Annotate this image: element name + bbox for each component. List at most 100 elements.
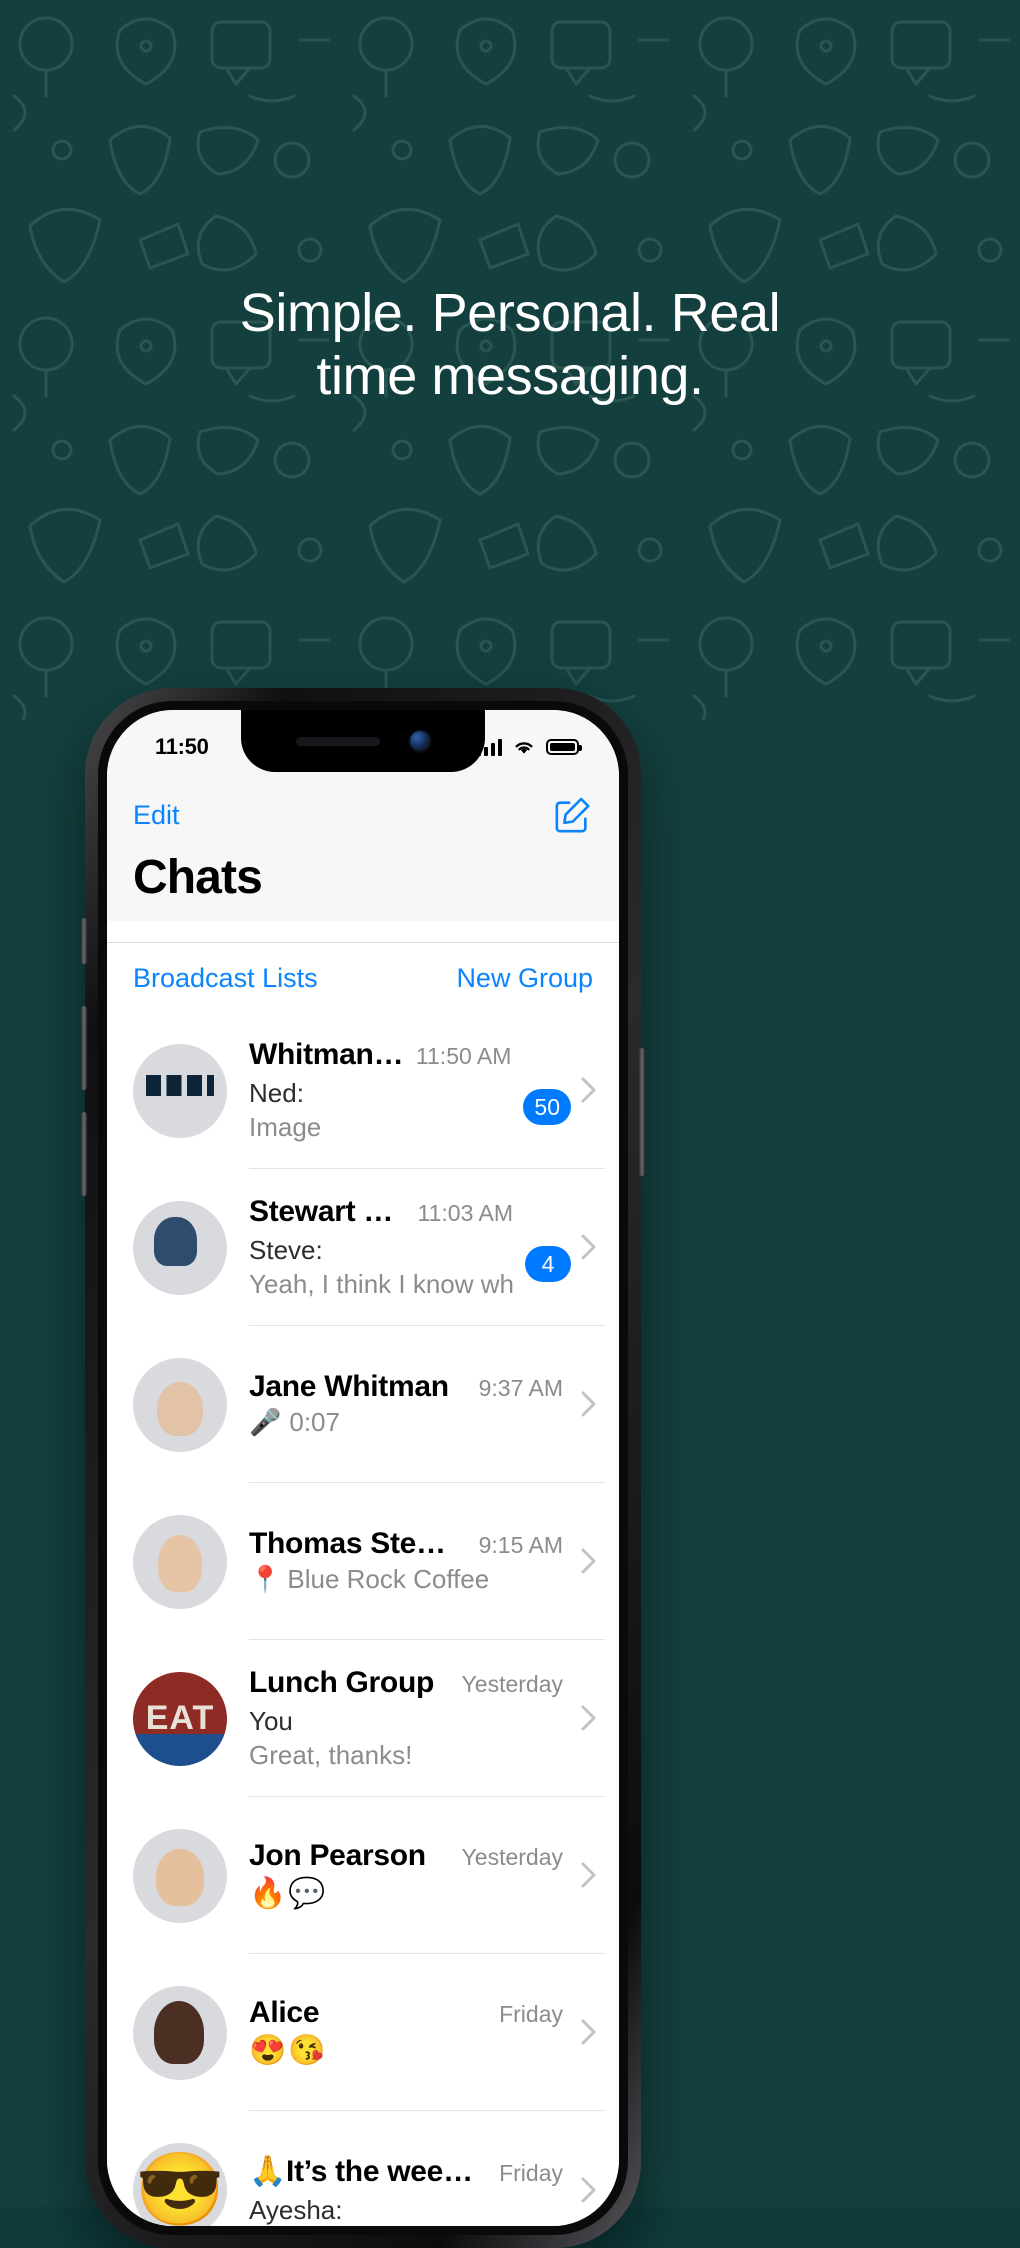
- compose-pencil-icon[interactable]: [553, 795, 593, 835]
- chat-timestamp: Yesterday: [461, 1844, 563, 1870]
- avatar-jane-whitman: [133, 1357, 227, 1452]
- chat-preview: 🔥💬: [249, 1876, 563, 1911]
- edit-button[interactable]: Edit: [133, 800, 180, 831]
- volume-down-button[interactable]: [81, 1112, 87, 1196]
- power-button[interactable]: [639, 1048, 645, 1176]
- chat-list-item[interactable]: Jon Pearson Yesterday 🔥💬: [107, 1797, 619, 1954]
- chat-preview-text: 🔥💬: [249, 1877, 328, 1910]
- chat-meta-column: 50: [519, 1012, 571, 1168]
- chat-item-accessory: [571, 1954, 605, 2111]
- list-header: Broadcast Lists New Group: [107, 942, 619, 1015]
- chat-item-title-row: Alice Friday: [249, 1996, 563, 2030]
- chat-timestamp: 9:37 AM: [478, 1375, 563, 1401]
- chat-item-accessory: [571, 2111, 605, 2226]
- volume-up-button[interactable]: [81, 1006, 87, 1090]
- avatar-whitmans-chat: [133, 1043, 227, 1138]
- chat-list[interactable]: Whitmans Chat 11:50 AM Ned:Image 50 Stewart …: [107, 1012, 619, 2226]
- chat-timestamp: 9:15 AM: [478, 1532, 563, 1558]
- chat-item-accessory: 50: [519, 1012, 605, 1169]
- chat-sender: Steve:: [249, 1234, 323, 1265]
- chat-preview-text: Yeah, I think I know what you m...: [249, 1268, 513, 1299]
- chat-item-body: Stewart Family 11:03 AM Steve:Yeah, I thin…: [249, 1169, 521, 1326]
- chevron-right-icon: [571, 1012, 605, 1168]
- chat-name: Alice: [249, 1996, 320, 2029]
- unread-badge: 4: [525, 1246, 571, 1282]
- chat-timestamp: Friday: [499, 2001, 563, 2027]
- hero-headline: Simple. Personal. Real time messaging.: [0, 282, 1020, 408]
- chat-preview: 📍 Blue Rock Coffee: [249, 1564, 563, 1595]
- chat-sender: You: [249, 1705, 293, 1736]
- unread-badge: 50: [523, 1089, 571, 1125]
- chat-item-body: Lunch Group Yesterday You Great, thanks!: [249, 1640, 571, 1797]
- chat-list-item[interactable]: Whitmans Chat 11:50 AM Ned:Image 50: [107, 1012, 619, 1169]
- chat-preview: 😍😘: [249, 2033, 563, 2068]
- chat-item-accessory: 4: [521, 1169, 605, 1326]
- chat-preview-text: Blue Rock Coffee: [287, 1564, 490, 1594]
- chat-item-accessory: [571, 1797, 605, 1954]
- chat-timestamp: 11:50 AM: [415, 1042, 512, 1069]
- avatar-thomas-stewart: [133, 1514, 227, 1609]
- avatar-alice: [133, 1985, 227, 2080]
- chat-item-accessory: [571, 1640, 605, 1797]
- hero-headline-line1: Simple. Personal. Real: [239, 283, 781, 343]
- chat-list-item[interactable]: Stewart Family 11:03 AM Steve:Yeah, I thin…: [107, 1169, 619, 1326]
- chat-sender: Ayesha:: [249, 2194, 343, 2225]
- chat-list-item[interactable]: Alice Friday 😍😘: [107, 1954, 619, 2111]
- chat-item-body: 🙏It’s the weekend Friday Ayesha:: [249, 2111, 571, 2226]
- chat-item-body: Thomas Stewart 9:15 AM 📍 Blue Rock Coffee: [249, 1483, 571, 1640]
- chat-list-item[interactable]: 😎 🙏It’s the weekend Friday Ayesha:: [107, 2111, 619, 2226]
- chat-preview-text: 0:07: [289, 1407, 340, 1437]
- avatar-stewart-family: [133, 1200, 227, 1295]
- chat-list-item[interactable]: Lunch Group Yesterday YouGreat, thanks!: [107, 1640, 619, 1797]
- chat-item-body: Jane Whitman 9:37 AM 🎤 0:07: [249, 1326, 571, 1483]
- battery-full-icon: [546, 739, 582, 755]
- chat-preview: 🎤 0:07: [249, 1407, 563, 1438]
- chat-preview-text: Image: [249, 1111, 322, 1142]
- chat-preview-text: Great, thanks!: [249, 1739, 413, 1770]
- new-group-button[interactable]: New Group: [456, 963, 593, 994]
- silent-switch[interactable]: [81, 918, 87, 964]
- chat-item-body: Jon Pearson Yesterday 🔥💬: [249, 1797, 571, 1954]
- avatar-weekend-group: 😎: [133, 2142, 227, 2226]
- chat-item-title-row: Lunch Group Yesterday: [249, 1666, 563, 1700]
- chat-name: Whitmans Chat: [249, 1037, 404, 1071]
- chat-item-title-row: Jane Whitman 9:37 AM: [249, 1370, 563, 1404]
- chat-item-title-row: Whitmans Chat 11:50 AM: [249, 1038, 511, 1072]
- chat-name: Stewart Family: [249, 1194, 406, 1228]
- chat-name: Jane Whitman: [249, 1370, 449, 1403]
- avatar-lunch-group: [133, 1671, 227, 1766]
- chat-name: Jon Pearson: [249, 1839, 426, 1872]
- chat-sender: Ned:: [249, 1077, 304, 1108]
- chat-preview: Great, thanks!: [249, 1740, 563, 1771]
- chevron-right-icon: [571, 1797, 605, 1953]
- location-pin-icon: 📍: [249, 1564, 282, 1594]
- wifi-icon: [515, 742, 533, 754]
- chat-name: 🙏It’s the weekend: [249, 2154, 488, 2188]
- chevron-right-icon: [571, 1954, 605, 2110]
- chat-item-body: Whitmans Chat 11:50 AM Ned:Image: [249, 1012, 520, 1169]
- avatar-jon-pearson: [133, 1828, 227, 1923]
- chat-name: Thomas Stewart: [249, 1527, 467, 1560]
- chat-timestamp: 11:03 AM: [417, 1199, 513, 1226]
- chat-list-item[interactable]: Jane Whitman 9:37 AM 🎤 0:07: [107, 1326, 619, 1483]
- earpiece-speaker-icon: [296, 736, 380, 746]
- hero-headline-line2: time messaging.: [316, 346, 704, 407]
- iphone-device-mockup: 11:50 Edit Chats Broadcast Lists New Gro…: [81, 688, 645, 2248]
- chevron-right-icon: [571, 1326, 605, 1482]
- broadcast-lists-button[interactable]: Broadcast Lists: [133, 963, 318, 994]
- phone-screen: 11:50 Edit Chats Broadcast Lists New Gro…: [107, 710, 619, 2226]
- status-bar-indicators: [477, 738, 582, 756]
- microphone-icon: 🎤: [249, 1407, 282, 1437]
- chat-preview-text: 😍😘: [249, 2034, 328, 2067]
- chat-meta-column: 4: [521, 1169, 571, 1325]
- front-camera-icon: [410, 731, 430, 751]
- chat-item-title-row: Jon Pearson Yesterday: [249, 1839, 563, 1873]
- status-bar-time: 11:50: [155, 734, 209, 759]
- chat-item-title-row: Thomas Stewart 9:15 AM: [249, 1527, 563, 1561]
- chat-item-title-row: Stewart Family 11:03 AM: [249, 1195, 513, 1229]
- chat-preview: Image: [249, 1112, 511, 1143]
- nav-bar-top-row: Edit: [133, 790, 593, 840]
- chat-list-item[interactable]: Thomas Stewart 9:15 AM 📍 Blue Rock Coffee: [107, 1483, 619, 1640]
- chat-timestamp: Yesterday: [461, 1670, 563, 1697]
- chevron-right-icon: [571, 1483, 605, 1639]
